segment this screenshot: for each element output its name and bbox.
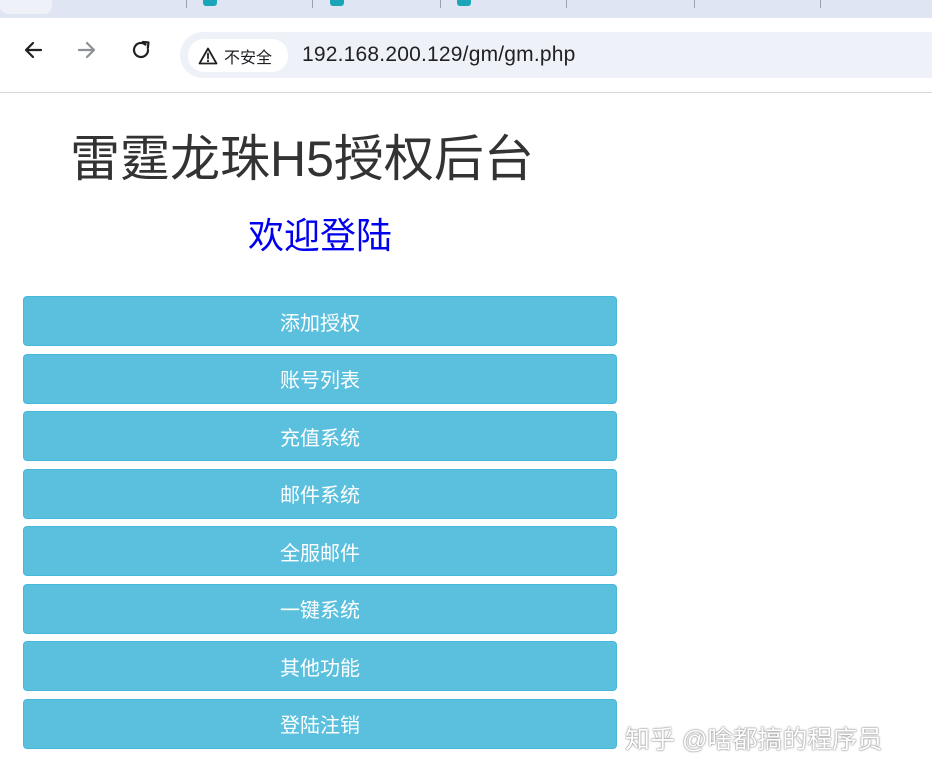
security-label: 不安全	[224, 47, 273, 67]
one-click-system-button[interactable]: 一键系统	[23, 583, 617, 634]
tab-divider	[440, 0, 441, 8]
reload-icon	[130, 39, 152, 65]
welcome-text: 欢迎登陆	[248, 215, 393, 256]
tab-strip	[0, 0, 932, 18]
warning-triangle-icon	[198, 47, 218, 65]
forward-button[interactable]	[73, 38, 101, 66]
tab-favicon[interactable]	[457, 0, 471, 6]
tab-divider	[694, 0, 695, 8]
forward-arrow-icon	[76, 39, 98, 65]
watermark: 知乎 @啥都搞的程序员	[625, 726, 883, 754]
tab-divider	[566, 0, 567, 8]
tab-active[interactable]	[0, 0, 52, 14]
logout-button[interactable]: 登陆注销	[23, 698, 617, 749]
mail-system-button[interactable]: 邮件系统	[23, 468, 617, 519]
tab-favicon[interactable]	[203, 0, 217, 6]
recharge-system-button[interactable]: 充值系统	[23, 411, 617, 461]
back-button[interactable]	[19, 38, 47, 66]
page-title: 雷霆龙珠H5授权后台	[70, 131, 534, 187]
other-functions-button[interactable]: 其他功能	[23, 641, 617, 691]
url-text[interactable]: 192.168.200.129/gm/gm.php	[302, 43, 576, 67]
admin-menu: 添加授权 账号列表 充值系统 邮件系统 全服邮件 一键系统 其他功能 登陆注销	[23, 296, 617, 756]
tab-divider	[186, 0, 187, 8]
tab-favicon[interactable]	[330, 0, 344, 6]
account-list-button[interactable]: 账号列表	[23, 353, 617, 404]
server-wide-mail-button[interactable]: 全服邮件	[23, 526, 617, 576]
add-authorization-button[interactable]: 添加授权	[23, 296, 617, 346]
reload-button[interactable]	[127, 38, 155, 66]
tab-divider	[820, 0, 821, 8]
security-indicator[interactable]: 不安全	[188, 39, 288, 72]
back-arrow-icon	[22, 39, 44, 65]
tab-divider	[312, 0, 313, 8]
